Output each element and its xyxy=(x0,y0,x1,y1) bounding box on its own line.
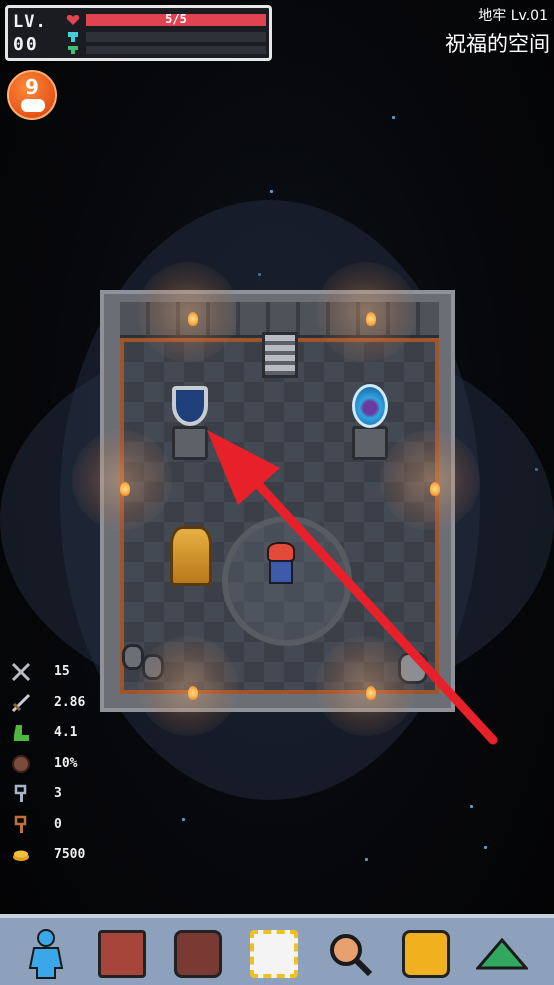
torch-light xyxy=(72,430,172,530)
stat-attack-speed: 2.86 xyxy=(10,691,130,722)
hp-bar: 5/5 xyxy=(86,12,266,26)
torch-light xyxy=(138,636,238,736)
xp-icon xyxy=(68,46,78,54)
silver-key-icon xyxy=(14,784,27,802)
torch-light xyxy=(138,262,238,362)
star xyxy=(470,805,473,808)
room-name: 祝福的空间 xyxy=(445,32,550,56)
hero-hair xyxy=(267,542,295,562)
boot-icon xyxy=(14,725,29,741)
crystal-pedestal xyxy=(352,426,388,460)
star xyxy=(182,818,185,821)
level-box: LV. 00 xyxy=(13,12,61,56)
stat-silver-keys: 3 xyxy=(10,782,130,813)
player-status-panel: LV. 00 5/5 xyxy=(5,5,272,61)
map-button[interactable] xyxy=(246,926,302,982)
sword-icon xyxy=(11,693,31,712)
stat-value: 4.1 xyxy=(54,725,78,740)
stat-value: 0 xyxy=(54,816,62,832)
stat-value: 15 xyxy=(54,664,70,679)
backpack-icon xyxy=(174,930,222,978)
gamepad-icon xyxy=(21,99,45,112)
pause-icon xyxy=(402,930,450,978)
stats-panel: 15 2.86 4.1 10% 3 0 7500 xyxy=(10,660,130,874)
mana-bar xyxy=(86,32,266,42)
stat-value: 7500 xyxy=(54,847,86,862)
player-character xyxy=(264,542,298,588)
gold-coins-icon xyxy=(13,850,29,861)
blessing-crystal-icon[interactable] xyxy=(352,384,388,428)
map-scroll-icon xyxy=(250,930,298,978)
pause-button[interactable] xyxy=(398,926,454,982)
golden-statue[interactable] xyxy=(170,526,212,586)
badge-number: 9 xyxy=(25,75,39,99)
exit-stairs[interactable] xyxy=(262,332,298,378)
torch-light xyxy=(316,636,416,736)
collapse-arrow-icon xyxy=(476,937,528,970)
hp-text: 5/5 xyxy=(165,12,187,26)
backpack-button[interactable] xyxy=(170,926,226,982)
shield-pedestal xyxy=(172,426,208,460)
nine-game-badge[interactable]: 9 xyxy=(7,70,57,120)
blessing-shield-icon[interactable] xyxy=(172,386,208,426)
star xyxy=(484,846,487,849)
stat-defense: 10% xyxy=(10,752,130,783)
star xyxy=(365,858,368,861)
character-icon xyxy=(28,929,64,979)
star xyxy=(392,116,395,119)
torch-light xyxy=(316,262,416,362)
stat-bronze-keys: 0 xyxy=(10,813,130,844)
search-button[interactable] xyxy=(322,926,378,982)
stat-value: 2.86 xyxy=(54,694,86,710)
torch-light xyxy=(380,430,480,530)
shield-round-icon xyxy=(12,754,30,773)
stat-value: 3 xyxy=(54,786,62,801)
stat-value: 10% xyxy=(54,755,78,771)
spellbook-icon xyxy=(98,930,146,978)
hero-body xyxy=(269,560,293,584)
stat-move-speed: 4.1 xyxy=(10,721,130,752)
bronze-key-icon xyxy=(14,815,27,833)
bottom-toolbar xyxy=(0,914,554,985)
heart-icon xyxy=(66,15,80,25)
search-magnifier-icon xyxy=(330,934,373,977)
collapse-button[interactable] xyxy=(474,926,530,982)
character-button[interactable] xyxy=(18,926,74,982)
spellbook-button[interactable] xyxy=(94,926,150,982)
level-label: LV. xyxy=(13,12,47,32)
stat-gold: 7500 xyxy=(10,843,130,874)
star xyxy=(270,190,273,193)
xp-bar xyxy=(86,46,266,54)
stat-attack: 15 xyxy=(10,660,130,691)
dungeon-level: 地牢 Lv.01 xyxy=(478,8,548,24)
crossed-swords-icon xyxy=(11,662,31,682)
mana-potion-icon xyxy=(68,32,78,42)
level-value: 00 xyxy=(13,34,39,55)
hp-bar-fill: 5/5 xyxy=(86,12,266,26)
